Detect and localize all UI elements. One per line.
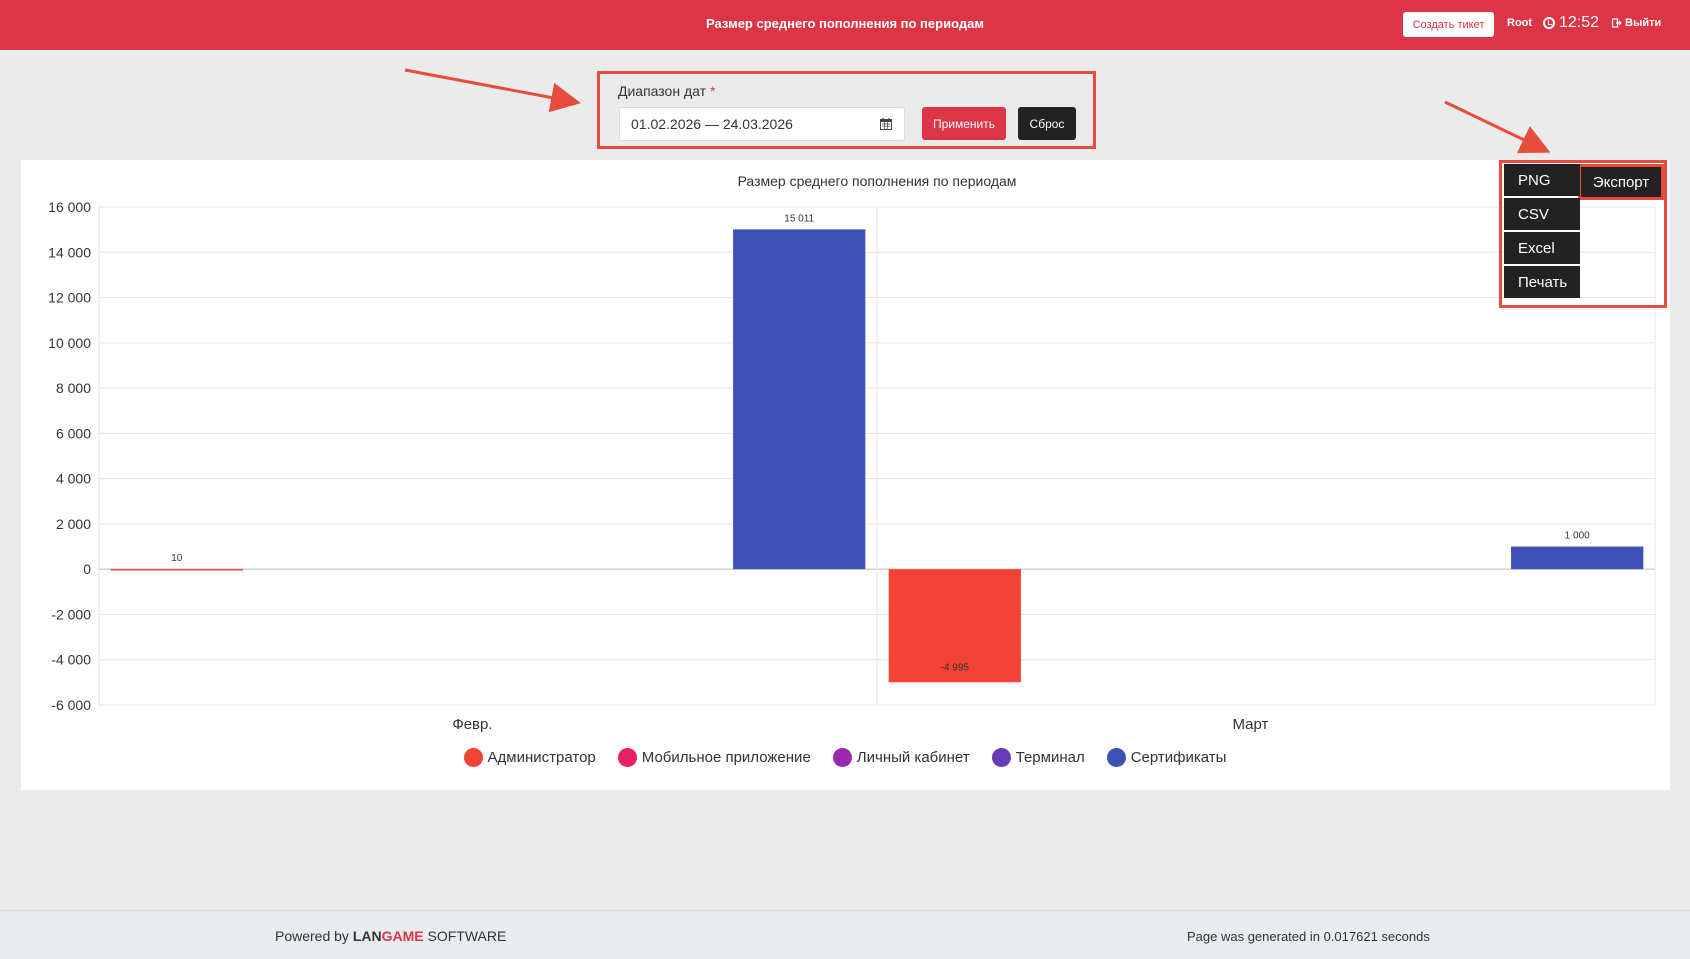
bar [733,229,866,570]
data-label: 1 000 [1565,531,1590,542]
arrow-to-date-filter [404,68,581,113]
y-tick-label: 10 000 [48,335,91,351]
y-tick-label: 4 000 [56,471,91,487]
brand-lan: LAN [352,928,382,944]
legend-dot [832,748,852,767]
legend-label: Терминал [1015,749,1085,766]
y-tick-label: 12 000 [48,290,91,306]
chart-title: Размер среднего пополнения по периодам [738,173,1017,189]
calendar-icon[interactable] [880,118,892,130]
date-range-filter: Диапазон дат* Применить Сброс [597,71,1096,149]
y-tick-label: -4 000 [51,652,91,668]
create-ticket-button[interactable]: Создать тикет [1403,12,1494,37]
legend-dot [991,748,1011,767]
clock-time: 12:52 [1559,14,1600,31]
clock-icon [1543,17,1555,29]
logout-button[interactable]: Выйти [1612,17,1661,29]
date-range-input[interactable] [619,107,905,141]
brand-game: GAME [381,928,424,944]
legend-label: Сертификаты [1130,749,1227,766]
bar-chart: Размер среднего пополнения по периодам 16… [48,173,1656,733]
legend-dot [463,748,483,767]
y-tick-label: 14 000 [48,244,91,260]
export-csv-item[interactable]: CSV [1504,198,1580,230]
legend-label: Администратор [487,749,596,766]
sign-out-icon [1612,18,1622,28]
y-tick-label: 2 000 [56,516,91,532]
data-label: 15 011 [784,213,814,224]
legend-dot [617,748,637,767]
user-link[interactable]: Root [1507,17,1532,29]
export-excel-item[interactable]: Excel [1504,232,1580,264]
brand-software: SOFTWARE [427,928,507,944]
legend-item-certificates[interactable]: Сертификаты [1106,748,1227,767]
powered-by: Powered by LANGAME SOFTWARE [275,928,506,944]
y-tick-label: 0 [83,561,91,577]
bar [1511,546,1644,570]
legend-label: Личный кабинет [856,749,970,766]
clock: 12:52 [1543,14,1599,32]
legend-label: Мобильное приложение [641,749,811,766]
bar [110,568,243,571]
chart-card: Размер среднего пополнения по периодам 16… [21,160,1670,790]
brand-logo[interactable]: LANGAME SOFTWARE [353,928,506,944]
export-button[interactable]: Экспорт [1578,164,1664,200]
chart-legend: Администратор Мобильное приложение Личны… [0,748,1690,767]
y-tick-label: 8 000 [56,380,91,396]
legend-item-mobile[interactable]: Мобильное приложение [617,748,811,767]
y-tick-label: -2 000 [51,606,91,622]
x-tick-label: Февр. [452,716,492,733]
top-bar: Размер среднего пополнения по периодам С… [0,0,1690,50]
y-tick-label: 16 000 [48,199,91,215]
apply-button[interactable]: Применить [922,107,1006,140]
export-print-item[interactable]: Печать [1504,266,1580,298]
data-label: 10 [171,553,183,564]
legend-dot [1106,748,1126,767]
data-label: -4 995 [941,662,970,673]
date-range-label: Диапазон дат * [618,83,715,99]
export-png-item[interactable]: PNG [1504,164,1580,196]
legend-item-cabinet[interactable]: Личный кабинет [832,748,970,767]
y-tick-label: 6 000 [56,425,91,441]
required-mark: * [710,83,716,99]
x-tick-label: Март [1232,716,1268,733]
footer: Powered by LANGAME SOFTWARE Page was gen… [0,910,1690,959]
legend-item-admin[interactable]: Администратор [463,748,596,767]
generation-time: Page was generated in 0.017621 seconds [1187,929,1430,944]
legend-item-terminal[interactable]: Терминал [991,748,1085,767]
powered-prefix: Powered by [275,928,349,944]
reset-button[interactable]: Сброс [1018,107,1076,140]
y-tick-label: -6 000 [51,697,91,713]
arrow-to-export [1444,100,1551,154]
date-range-label-text: Диапазон дат [618,83,707,99]
logout-label: Выйти [1625,17,1662,29]
